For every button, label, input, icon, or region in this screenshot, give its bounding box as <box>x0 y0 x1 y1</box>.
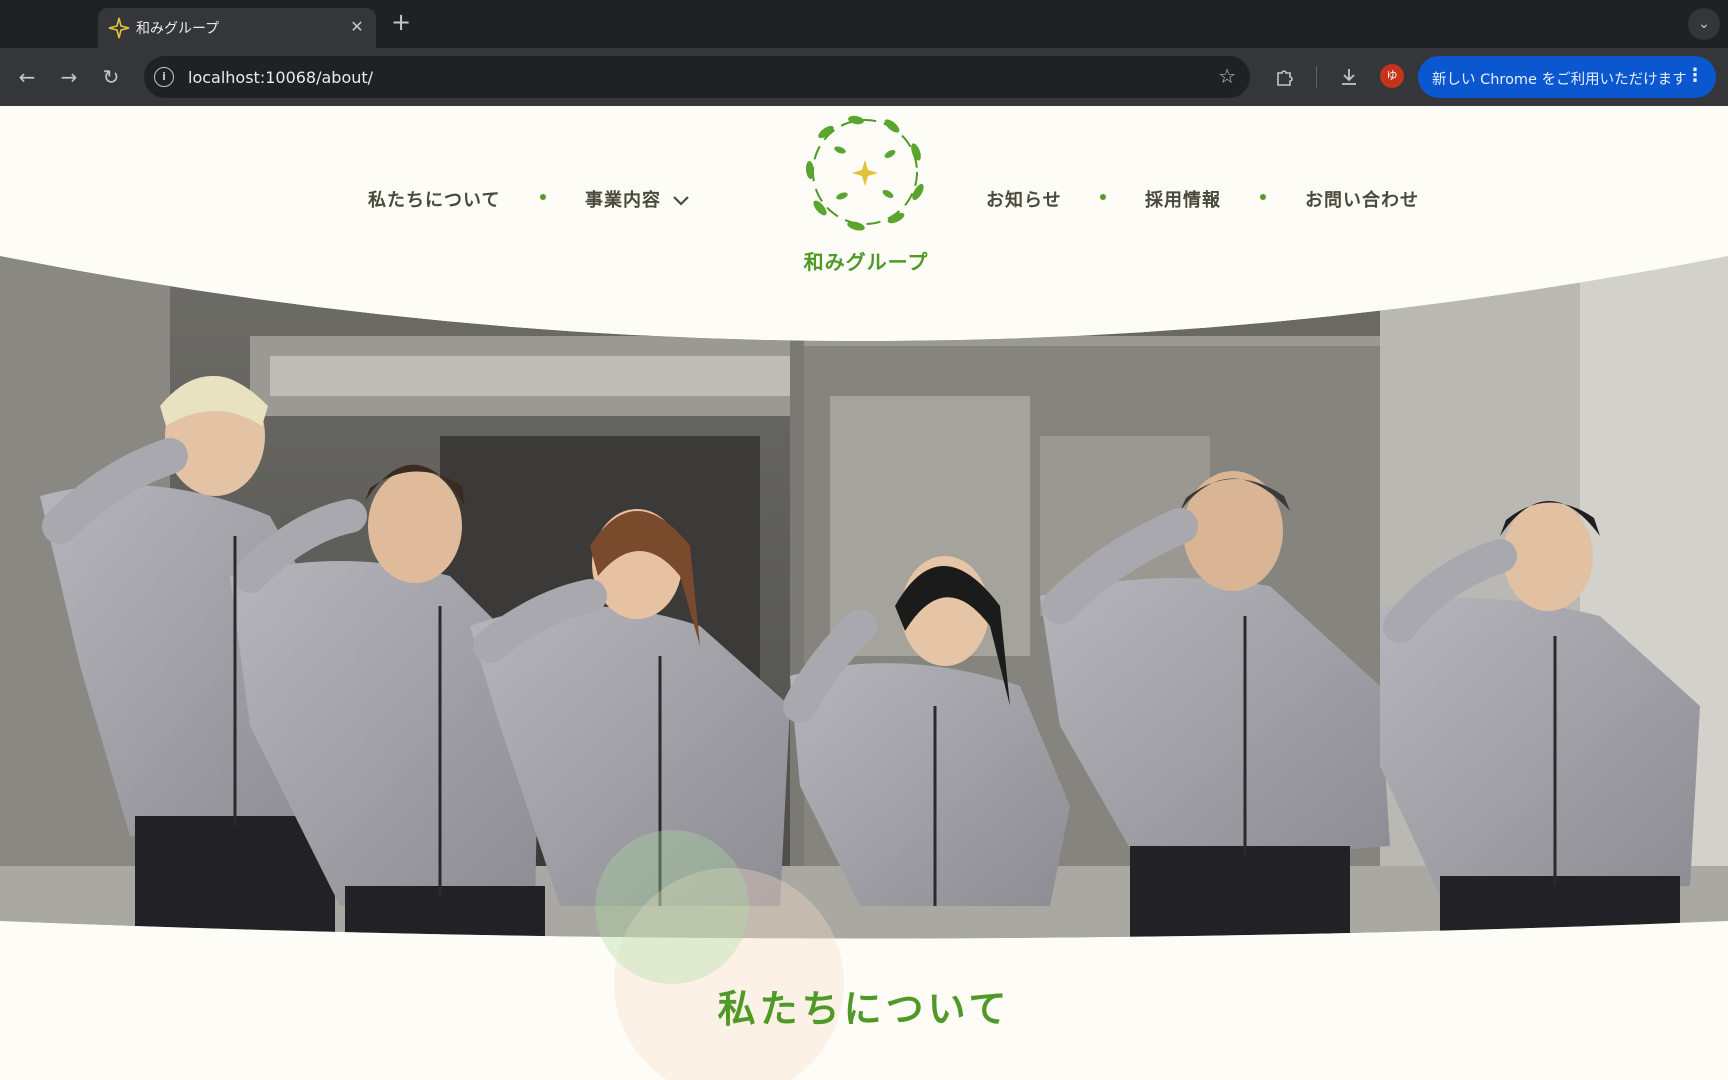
back-icon[interactable]: ← <box>12 62 42 92</box>
tab-title: 和みグループ <box>136 21 220 37</box>
chrome-update-button[interactable]: 新しい Chrome をご利用いただけます ⋮ <box>1418 56 1716 98</box>
browser-tab-bar: 和みグループ ✕ + ⌄ <box>0 0 1728 48</box>
url-text[interactable]: localhost:10068/about/ <box>188 68 373 87</box>
profile-avatar[interactable]: ゆ <box>1380 64 1404 88</box>
page-viewport: 私たちについて 事業内容 お知らせ 採用情報 お問い合わせ 和みグループ 私たち… <box>0 106 1728 1080</box>
chevron-down-icon <box>673 196 690 206</box>
nav-business-label: 事業内容 <box>585 190 661 211</box>
browser-tab[interactable]: 和みグループ ✕ <box>98 8 376 48</box>
chrome-update-label: 新しい Chrome をご利用いただけます <box>1432 72 1687 88</box>
forward-icon[interactable]: → <box>54 62 84 92</box>
browser-toolbar: ← → ↻ i localhost:10068/about/ ☆ ゆ 新しい C… <box>0 48 1728 106</box>
bookmark-star-icon[interactable]: ☆ <box>1218 64 1236 88</box>
new-tab-icon[interactable]: + <box>388 10 414 36</box>
address-bar[interactable]: i localhost:10068/about/ ☆ <box>144 56 1250 98</box>
nav-recruit-link[interactable]: 採用情報 <box>1145 186 1221 212</box>
tab-close-icon[interactable]: ✕ <box>346 16 368 38</box>
nav-about-link[interactable]: 私たちについて <box>368 186 500 212</box>
toolbar-divider <box>1316 66 1317 88</box>
tab-list-icon[interactable]: ⌄ <box>1688 8 1720 40</box>
nav-separator-dot <box>1100 194 1106 200</box>
download-icon[interactable] <box>1334 62 1364 92</box>
section-title: 私たちについて <box>717 987 1011 1031</box>
site-logo-icon[interactable] <box>796 110 934 238</box>
nav-separator-dot <box>1260 194 1266 200</box>
nav-business-link[interactable]: 事業内容 <box>585 186 690 212</box>
more-vert-icon[interactable]: ⋮ <box>1686 65 1704 86</box>
nav-contact-link[interactable]: お問い合わせ <box>1305 186 1419 212</box>
site-logo-text: 和みグループ <box>803 250 929 274</box>
sparkle-favicon-icon <box>108 17 130 39</box>
site-info-icon[interactable]: i <box>154 67 174 87</box>
nav-news-link[interactable]: お知らせ <box>986 186 1062 212</box>
decorative-circle-green <box>595 830 749 984</box>
nav-separator-dot <box>540 194 546 200</box>
extensions-icon[interactable] <box>1270 62 1300 92</box>
reload-icon[interactable]: ↻ <box>96 62 126 92</box>
